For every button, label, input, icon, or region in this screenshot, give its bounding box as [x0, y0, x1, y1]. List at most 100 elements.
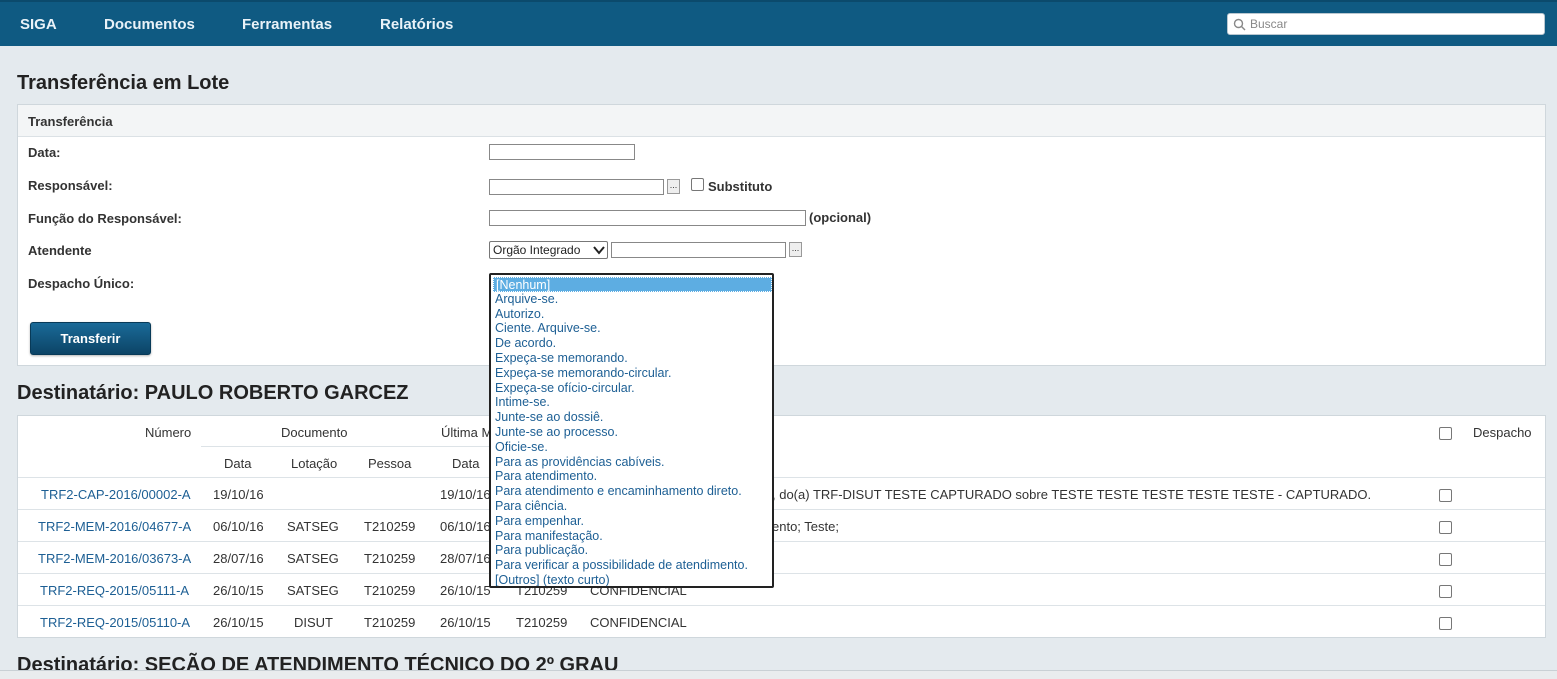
dropdown-option[interactable]: Junte-se ao dossiê.	[493, 410, 772, 425]
doc-number-link[interactable]: TRF2-REQ-2015/05110-A	[40, 615, 190, 630]
cell-pessoa: T210259	[364, 519, 416, 534]
row-divider	[18, 541, 1545, 542]
funcao-input[interactable]	[489, 210, 806, 226]
cell-data2: 19/10/16	[440, 487, 491, 502]
row-checkbox[interactable]	[1439, 617, 1452, 630]
responsavel-search-button[interactable]: ...	[667, 179, 680, 194]
atendente-select-value: Orgão Integrado	[493, 243, 581, 257]
row-checkbox[interactable]	[1439, 489, 1452, 502]
search-box	[1227, 13, 1545, 35]
substituto-label: Substituto	[708, 179, 773, 194]
responsavel-input[interactable]	[489, 179, 664, 195]
th-lotacao: Lotação	[291, 456, 338, 471]
cell-data2: 28/07/16	[440, 551, 491, 566]
dropdown-option[interactable]: Junte-se ao processo.	[493, 425, 772, 440]
cell-pessoa: T210259	[364, 583, 416, 598]
atendente-type-select[interactable]: Orgão Integrado	[489, 241, 608, 259]
row-divider	[18, 477, 1545, 478]
dropdown-option[interactable]: Para publicação.	[493, 543, 772, 558]
cell-lotacao: SATSEG	[287, 519, 339, 534]
doc-number-link[interactable]: TRF2-CAP-2016/00002-A	[41, 487, 191, 502]
dropdown-option[interactable]: [Nenhum]	[493, 277, 772, 292]
dropdown-option[interactable]: Para verificar a possibilidade de atendi…	[493, 558, 772, 573]
doc-number-link[interactable]: TRF2-REQ-2015/05111-A	[40, 583, 189, 598]
th-numero: Número	[145, 425, 192, 440]
dropdown-option[interactable]: Intime-se.	[493, 395, 772, 410]
nav-documentos[interactable]: Documentos	[104, 16, 195, 33]
substituto-checkbox[interactable]	[691, 178, 704, 191]
th-data2: Data	[452, 456, 480, 471]
dropdown-option[interactable]: Expeça-se memorando.	[493, 351, 772, 366]
cell-data2: 26/10/15	[440, 583, 491, 598]
dropdown-option[interactable]: Expeça-se memorando-circular.	[493, 366, 772, 381]
dropdown-option[interactable]: [Outros] (texto curto)	[493, 573, 772, 586]
header-divider	[201, 446, 501, 447]
cell-descricao: CONFIDENCIAL	[590, 615, 687, 630]
dropdown-option[interactable]: Para manifestação.	[493, 529, 772, 544]
cell-data: 19/10/16	[213, 487, 264, 502]
page-title: Transferência em Lote	[17, 72, 230, 94]
row-checkbox[interactable]	[1439, 553, 1452, 566]
panel-title: Transferência	[28, 114, 113, 129]
dropdown-option[interactable]: Para empenhar.	[493, 514, 772, 529]
row-checkbox[interactable]	[1439, 521, 1452, 534]
dropdown-option[interactable]: De acordo.	[493, 336, 772, 351]
atendente-search-button[interactable]: ...	[789, 242, 802, 257]
panel-header: Transferência	[18, 105, 1545, 137]
transfer-panel: Transferência	[17, 104, 1546, 366]
cell-data2: 06/10/16	[440, 519, 491, 534]
cell-pessoa2: T210259	[516, 615, 568, 630]
nav-siga[interactable]: SIGA	[20, 16, 57, 33]
cell-data: 26/10/15	[213, 583, 264, 598]
row-divider	[18, 605, 1545, 606]
doc-number-link[interactable]: TRF2-MEM-2016/03673-A	[38, 551, 191, 566]
dropdown-option[interactable]: Ciente. Arquive-se.	[493, 321, 772, 336]
nav-ferramentas[interactable]: Ferramentas	[242, 16, 332, 33]
cell-descricao: , do(a) TRF-DISUT TESTE CAPTURADO sobre …	[772, 487, 1372, 502]
cell-pessoa: T210259	[364, 615, 416, 630]
opcional-label: (opcional)	[809, 210, 872, 225]
cell-data: 26/10/15	[213, 615, 264, 630]
nav-relatorios[interactable]: Relatórios	[380, 16, 453, 33]
dropdown-option[interactable]: Para atendimento.	[493, 469, 772, 484]
dropdown-option[interactable]: Para as providências cabíveis.	[493, 455, 772, 470]
label-despacho: Despacho Único:	[28, 276, 135, 291]
label-funcao: Função do Responsável:	[28, 211, 182, 226]
despacho-dropdown-list[interactable]: [Nenhum] Arquive-se. Autorizo. Ciente. A…	[489, 273, 774, 588]
th-data: Data	[224, 456, 252, 471]
row-divider	[18, 573, 1545, 574]
top-navbar: SIGA Documentos Ferramentas Relatórios	[0, 0, 1557, 46]
th-pessoa: Pessoa	[368, 456, 412, 471]
label-atendente: Atendente	[28, 243, 92, 258]
cell-data2: 26/10/15	[440, 615, 491, 630]
section-title-1: Destinatário: PAULO ROBERTO GARCEZ	[17, 382, 409, 404]
dropdown-option[interactable]: Para atendimento e encaminhamento direto…	[493, 484, 772, 499]
cell-lotacao: DISUT	[294, 615, 333, 630]
label-data: Data:	[28, 145, 61, 160]
cell-lotacao: SATSEG	[287, 551, 339, 566]
search-input[interactable]	[1250, 16, 1540, 32]
documents-table: Número Documento Última M Despacho Data …	[17, 415, 1546, 638]
dropdown-option[interactable]: Para ciência.	[493, 499, 772, 514]
atendente-input[interactable]	[611, 242, 786, 258]
doc-number-link[interactable]: TRF2-MEM-2016/04677-A	[38, 519, 191, 534]
transferir-button[interactable]: Transferir	[30, 322, 151, 355]
th-documento: Documento	[281, 425, 348, 440]
dropdown-option[interactable]: Oficie-se.	[493, 440, 772, 455]
cell-lotacao: SATSEG	[287, 583, 339, 598]
row-checkbox[interactable]	[1439, 585, 1452, 598]
chevron-down-icon	[593, 246, 605, 255]
data-input[interactable]	[489, 144, 635, 160]
dropdown-option[interactable]: Autorizo.	[493, 307, 772, 322]
search-icon	[1233, 18, 1246, 31]
cell-data: 06/10/16	[213, 519, 264, 534]
th-ultima: Última M	[441, 425, 493, 440]
cell-data: 28/07/16	[213, 551, 264, 566]
select-all-checkbox[interactable]	[1439, 427, 1452, 440]
dropdown-option[interactable]: Arquive-se.	[493, 292, 772, 307]
dropdown-option[interactable]: Expeça-se ofício-circular.	[493, 381, 772, 396]
cell-descricao: ento; Teste;	[772, 519, 839, 534]
row-divider	[18, 509, 1545, 510]
label-responsavel: Responsável:	[28, 178, 113, 193]
cell-pessoa: T210259	[364, 551, 416, 566]
